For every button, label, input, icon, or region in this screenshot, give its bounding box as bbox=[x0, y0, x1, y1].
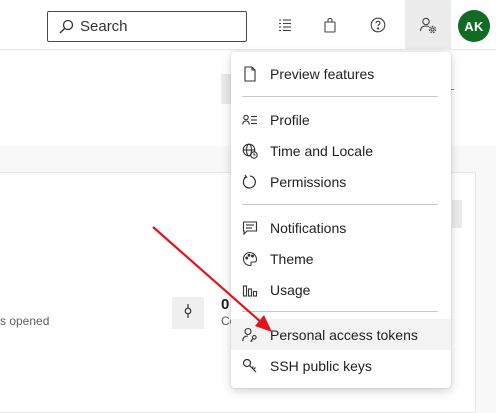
menu-item-ssh-public-keys[interactable]: SSH public keys bbox=[231, 350, 451, 381]
menu-item-label: Personal access tokens bbox=[270, 326, 418, 343]
permissions-icon bbox=[242, 174, 258, 190]
menu-item-label: Permissions bbox=[270, 173, 347, 190]
menu-item-preview-features[interactable]: Preview features bbox=[231, 58, 451, 89]
menu-divider bbox=[242, 204, 438, 205]
menu-item-personal-access-tokens[interactable]: Personal access tokens bbox=[231, 319, 451, 350]
menu-item-time-and-locale[interactable]: Time and Locale bbox=[231, 135, 451, 166]
document-icon bbox=[242, 66, 258, 82]
commit-subtitle: Co bbox=[221, 314, 231, 328]
menu-item-label: Theme bbox=[270, 250, 314, 267]
menu-divider bbox=[242, 96, 438, 97]
menu-item-label: Usage bbox=[270, 281, 311, 298]
search-placeholder: Search bbox=[80, 18, 128, 35]
top-bar: Search AK bbox=[0, 0, 496, 50]
menu-item-label: Preview features bbox=[270, 65, 375, 82]
menu-item-profile[interactable]: Profile bbox=[231, 104, 451, 135]
palette-icon bbox=[242, 251, 258, 267]
menu-item-label: Notifications bbox=[270, 219, 347, 236]
menu-item-usage[interactable]: Usage bbox=[231, 274, 451, 305]
person-key-icon bbox=[242, 327, 258, 343]
menu-item-theme[interactable]: Theme bbox=[231, 243, 451, 274]
user-settings-menu: Preview features Profile Time and Locale… bbox=[231, 52, 451, 388]
commit-button[interactable] bbox=[172, 297, 204, 329]
menu-item-label: SSH public keys bbox=[270, 357, 372, 374]
menu-item-label: Time and Locale bbox=[270, 142, 373, 159]
key-icon bbox=[242, 358, 258, 374]
menu-item-permissions[interactable]: Permissions bbox=[231, 166, 451, 197]
shopping-bag-icon[interactable] bbox=[318, 13, 342, 37]
user-settings-icon bbox=[416, 13, 440, 37]
commit-icon bbox=[181, 303, 195, 324]
avatar[interactable]: AK bbox=[458, 10, 490, 42]
usage-chart-icon bbox=[242, 282, 258, 298]
pull-requests-opened-text: s opened bbox=[0, 314, 50, 328]
menu-divider bbox=[242, 311, 438, 312]
task-list-icon[interactable] bbox=[273, 13, 297, 37]
globe-clock-icon bbox=[242, 143, 258, 159]
user-settings-button[interactable] bbox=[405, 0, 451, 50]
commit-count: 0 bbox=[221, 296, 230, 313]
search-box[interactable]: Search bbox=[47, 11, 247, 42]
search-icon bbox=[58, 19, 74, 35]
avatar-initials: AK bbox=[464, 18, 484, 34]
card-button-partial[interactable] bbox=[452, 200, 462, 228]
menu-item-label: Profile bbox=[270, 111, 310, 128]
profile-card-icon bbox=[242, 112, 258, 128]
chat-icon bbox=[242, 220, 258, 236]
menu-item-notifications[interactable]: Notifications bbox=[231, 212, 451, 243]
help-icon[interactable] bbox=[366, 13, 390, 37]
